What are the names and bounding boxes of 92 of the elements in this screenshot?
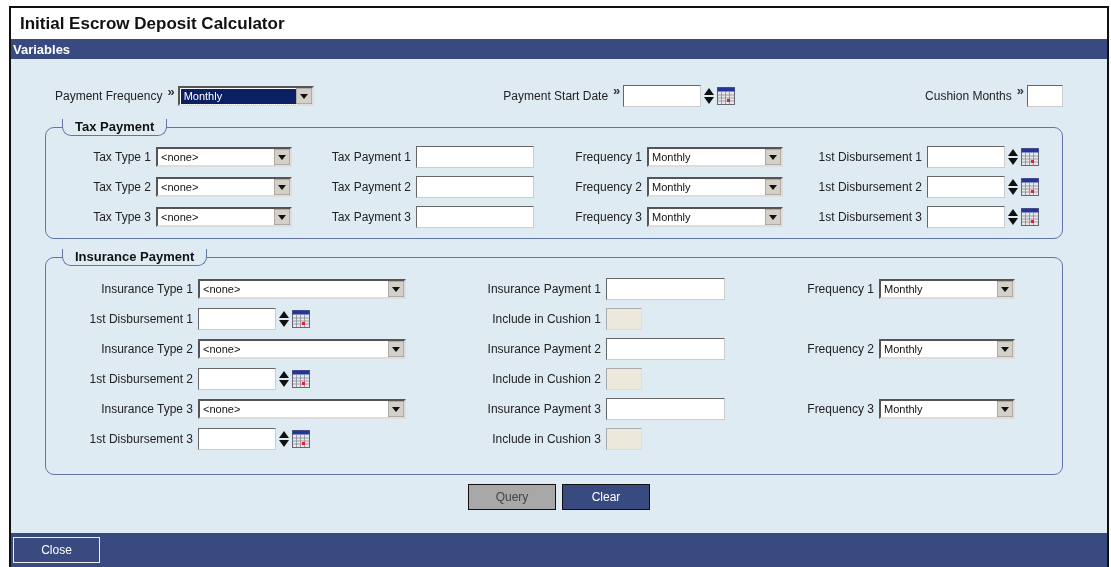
text-field[interactable] [416,176,534,198]
spinner-icon[interactable] [1008,148,1018,166]
date-field[interactable] [927,176,1005,198]
dropdown[interactable]: Monthly [177,86,314,106]
dropdown[interactable]: <none> [198,399,406,419]
field-label: Tax Payment 2 [331,180,411,194]
field-label: Frequency 2 [575,180,642,194]
dropdown[interactable]: <none> [198,279,406,299]
dropdown-arrow-icon[interactable] [997,401,1013,417]
field-label: 1st Disbursement 2 [89,372,193,386]
spinner-icon[interactable] [1008,178,1018,196]
dropdown[interactable]: Monthly [879,399,1015,419]
field-label: Insurance Payment 2 [487,342,601,356]
field-label: Include in Cushion 2 [492,372,601,386]
dropdown[interactable]: <none> [198,339,406,359]
spinner-icon[interactable] [1008,208,1018,226]
text-field[interactable] [606,278,725,300]
field-label: Insurance Type 3 [101,402,193,416]
dropdown[interactable]: Monthly [879,339,1015,359]
dropdown[interactable]: Monthly [879,279,1015,299]
marker-symbol: » [1016,83,1024,98]
calendar-icon[interactable] [292,310,310,328]
text-field[interactable] [606,338,725,360]
field-label: Insurance Type 1 [101,282,193,296]
date-field[interactable] [198,428,276,450]
dropdown-arrow-icon[interactable] [997,281,1013,297]
calendar-icon[interactable] [292,430,310,448]
dropdown[interactable]: Monthly [647,147,783,167]
field-label: Tax Payment 3 [331,210,411,224]
dropdown[interactable]: Monthly [647,207,783,227]
panel-title: Tax Payment [62,119,168,136]
field-label: Frequency 3 [575,210,642,224]
field-label: Frequency 3 [807,402,874,416]
field-label: Tax Type 1 [93,150,151,164]
dropdown-arrow-icon[interactable] [274,149,290,165]
text-field[interactable] [606,398,725,420]
dropdown[interactable]: <none> [156,147,292,167]
date-field[interactable] [927,206,1005,228]
date-field[interactable] [198,368,276,390]
marker-symbol: » [167,84,175,99]
field-label: Insurance Type 2 [101,342,193,356]
calendar-icon[interactable] [292,370,310,388]
field-label: Frequency 1 [575,150,642,164]
calendar-icon[interactable] [1021,178,1039,196]
dropdown-arrow-icon[interactable] [388,401,404,417]
dropdown-arrow-icon[interactable] [274,179,290,195]
window-title: Initial Escrow Deposit Calculator [19,12,286,35]
dropdown[interactable]: <none> [156,207,292,227]
field-label: Payment Frequency [55,89,163,103]
field-label: Tax Type 2 [93,180,151,194]
field-label: 1st Disbursement 1 [818,150,922,164]
field-label: Payment Start Date [503,89,609,103]
section-header: Variables [11,39,1107,59]
text-field[interactable] [416,146,534,168]
close-button[interactable]: Close [13,537,100,563]
dropdown[interactable]: <none> [156,177,292,197]
dropdown-arrow-icon[interactable] [388,281,404,297]
field-label: Insurance Payment 1 [487,282,601,296]
calendar-icon[interactable] [1021,148,1039,166]
date-field[interactable] [927,146,1005,168]
spinner-icon[interactable] [704,87,715,105]
date-field[interactable] [198,308,276,330]
action-button[interactable]: Clear [562,484,650,510]
spinner-icon[interactable] [279,370,289,388]
field-label: 1st Disbursement 3 [818,210,922,224]
field-label: 1st Disbursement 2 [818,180,922,194]
field-label: Insurance Payment 3 [487,402,601,416]
field-label: Tax Type 3 [93,210,151,224]
calendar-icon[interactable] [717,87,736,105]
text-field[interactable] [1027,85,1063,107]
calendar-icon[interactable] [1021,208,1039,226]
dropdown[interactable]: Monthly [647,177,783,197]
field-label: Cushion Months [925,89,1012,103]
dropdown-arrow-icon[interactable] [274,209,290,225]
field-label: 1st Disbursement 3 [89,432,193,446]
dropdown-arrow-icon[interactable] [388,341,404,357]
dropdown-arrow-icon[interactable] [765,179,781,195]
dropdown-arrow-icon[interactable] [765,149,781,165]
spinner-icon[interactable] [279,430,289,448]
field-label: Include in Cushion 3 [492,432,601,446]
field-label: Tax Payment 1 [331,150,411,164]
field-label: Frequency 1 [807,282,874,296]
date-field[interactable] [623,85,702,107]
panel-title: Insurance Payment [62,249,208,266]
spinner-icon[interactable] [279,310,289,328]
field-label: 1st Disbursement 1 [89,312,193,326]
text-field[interactable] [416,206,534,228]
field-label: Include in Cushion 1 [492,312,601,326]
field-label: Frequency 2 [807,342,874,356]
dropdown-arrow-icon[interactable] [997,341,1013,357]
marker-symbol: » [613,83,621,98]
dropdown-arrow-icon[interactable] [765,209,781,225]
